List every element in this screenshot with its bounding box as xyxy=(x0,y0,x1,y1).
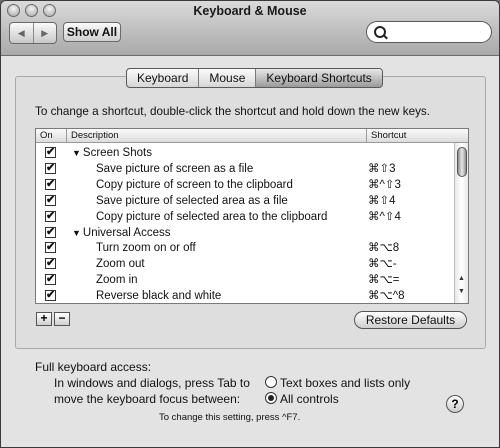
left-arrow-icon: ◀ xyxy=(17,27,25,38)
row-description: Save picture of screen as a file xyxy=(96,162,254,175)
radio-text-boxes-only-label[interactable]: Text boxes and lists only xyxy=(280,376,410,390)
disclosure-triangle-icon[interactable]: ▼ xyxy=(72,148,81,158)
search-icon xyxy=(374,26,386,38)
row-description: Universal Access xyxy=(82,226,171,239)
scroll-down-arrow-icon[interactable]: ▼ xyxy=(455,288,468,295)
row-description: Reverse black and white xyxy=(96,290,222,303)
row-shortcut[interactable]: ⌘^⇧3 xyxy=(368,177,401,193)
column-header-on[interactable]: On xyxy=(36,129,66,142)
table-row[interactable]: Copy picture of screen to the clipboard ⌘… xyxy=(36,177,454,193)
window-title: Keyboard & Mouse xyxy=(193,4,307,18)
description-cell: Zoom out xyxy=(96,256,145,272)
description-cell: Zoom in xyxy=(96,272,138,288)
radio-text-boxes-only[interactable] xyxy=(265,376,277,388)
tab-keyboard-shortcuts[interactable]: Keyboard Shortcuts xyxy=(255,69,382,87)
row-description: Zoom in xyxy=(96,274,138,287)
search-input[interactable] xyxy=(389,24,488,38)
tab-bar: Keyboard Mouse Keyboard Shortcuts xyxy=(126,68,383,88)
description-cell: ▼ Screen Shots xyxy=(72,145,152,161)
keyboard-access-note: To change this setting, press ^F7. xyxy=(159,412,301,423)
enabled-checkbox[interactable] xyxy=(45,256,56,270)
shortcuts-table: On Description Shortcut ▼Screen ShotsSav… xyxy=(35,128,469,304)
row-shortcut[interactable]: ⌘⌥- xyxy=(368,256,397,272)
description-cell: Copy picture of screen to the clipboard xyxy=(96,177,293,193)
description-cell: Copy picture of selected area to the cli… xyxy=(96,209,327,225)
full-keyboard-access-line1: In windows and dialogs, press Tab to xyxy=(54,376,250,390)
table-row[interactable]: Reverse black and white ⌘⌥^8 xyxy=(36,288,454,303)
table-row[interactable]: Copy picture of selected area to the cli… xyxy=(36,209,454,225)
column-header-shortcut[interactable]: Shortcut xyxy=(366,129,454,142)
enabled-checkbox[interactable] xyxy=(45,209,56,222)
column-header-description[interactable]: Description xyxy=(66,129,366,142)
enabled-checkbox[interactable] xyxy=(45,177,56,190)
tab-keyboard[interactable]: Keyboard xyxy=(127,69,198,87)
forward-button[interactable]: ▶ xyxy=(32,23,57,43)
table-row[interactable]: Save picture of screen as a file ⌘⇧3 xyxy=(36,161,454,177)
row-shortcut[interactable]: ⌘⌥^8 xyxy=(368,288,405,303)
table-row[interactable]: Save picture of selected area as a file ⌘… xyxy=(36,193,454,209)
row-shortcut[interactable]: ⌘⌥= xyxy=(368,272,399,288)
radio-all-controls-label[interactable]: All controls xyxy=(280,392,339,406)
row-shortcut[interactable]: ⌘⌥8 xyxy=(368,240,399,256)
enabled-checkbox[interactable] xyxy=(45,225,56,238)
back-button[interactable]: ◀ xyxy=(10,23,33,43)
table-row[interactable]: Turn zoom on or off ⌘⌥8 xyxy=(36,240,454,256)
scroll-up-arrow-icon[interactable]: ▲ xyxy=(455,275,468,282)
vertical-scrollbar[interactable]: ▲ ▼ xyxy=(454,143,468,303)
enabled-checkbox[interactable] xyxy=(45,193,56,206)
show-all-button[interactable]: Show All xyxy=(63,22,121,42)
remove-shortcut-button[interactable]: − xyxy=(54,312,70,326)
back-forward-group: ◀ ▶ xyxy=(9,22,57,44)
description-cell: Save picture of selected area as a file xyxy=(96,193,288,209)
row-description: Save picture of selected area as a file xyxy=(96,194,288,207)
table-row[interactable]: Zoom out ⌘⌥- xyxy=(36,256,454,272)
description-cell: Reverse black and white xyxy=(96,288,222,303)
table-header: On Description Shortcut xyxy=(36,129,468,143)
table-row[interactable]: Zoom in ⌘⌥= xyxy=(36,272,454,288)
enabled-checkbox[interactable] xyxy=(45,272,56,286)
enabled-checkbox[interactable] xyxy=(45,161,56,174)
enabled-checkbox[interactable] xyxy=(45,288,56,302)
search-field[interactable] xyxy=(366,21,492,43)
table-group-row[interactable]: ▼Universal Access xyxy=(36,225,454,241)
row-description: Copy picture of selected area to the cli… xyxy=(96,210,328,223)
description-cell: Turn zoom on or off xyxy=(96,240,196,256)
description-cell: ▼ Universal Access xyxy=(72,225,170,241)
tab-mouse[interactable]: Mouse xyxy=(198,69,255,87)
scrollbar-thumb[interactable] xyxy=(457,147,467,177)
row-description: Screen Shots xyxy=(82,147,152,159)
add-shortcut-button[interactable]: + xyxy=(36,312,52,326)
full-keyboard-access-line2: move the keyboard focus between: xyxy=(54,392,241,406)
table-group-row[interactable]: ▼Screen Shots xyxy=(36,145,454,161)
titlebar: Keyboard & Mouse ◀ ▶ Show All xyxy=(1,1,499,56)
preferences-window: Keyboard & Mouse ◀ ▶ Show All Keyboard M… xyxy=(0,0,500,448)
row-description: Zoom out xyxy=(96,258,145,271)
restore-defaults-button[interactable]: Restore Defaults xyxy=(354,311,467,329)
help-button[interactable]: ? xyxy=(446,395,464,413)
row-description: Turn zoom on or off xyxy=(96,242,196,255)
row-description: Copy picture of screen to the clipboard xyxy=(96,178,293,191)
right-arrow-icon: ▶ xyxy=(41,27,49,38)
disclosure-triangle-icon[interactable]: ▼ xyxy=(72,228,81,238)
row-shortcut[interactable]: ⌘⇧3 xyxy=(368,161,396,177)
full-keyboard-access-heading: Full keyboard access: xyxy=(35,360,152,374)
description-cell: Save picture of screen as a file xyxy=(96,161,253,177)
row-shortcut[interactable]: ⌘⇧4 xyxy=(368,193,396,209)
enabled-checkbox[interactable] xyxy=(45,145,56,158)
row-shortcut[interactable]: ⌘^⇧4 xyxy=(368,209,401,225)
radio-all-controls[interactable] xyxy=(265,392,277,404)
instructions-text: To change a shortcut, double-click the s… xyxy=(35,105,431,118)
enabled-checkbox[interactable] xyxy=(45,240,56,254)
